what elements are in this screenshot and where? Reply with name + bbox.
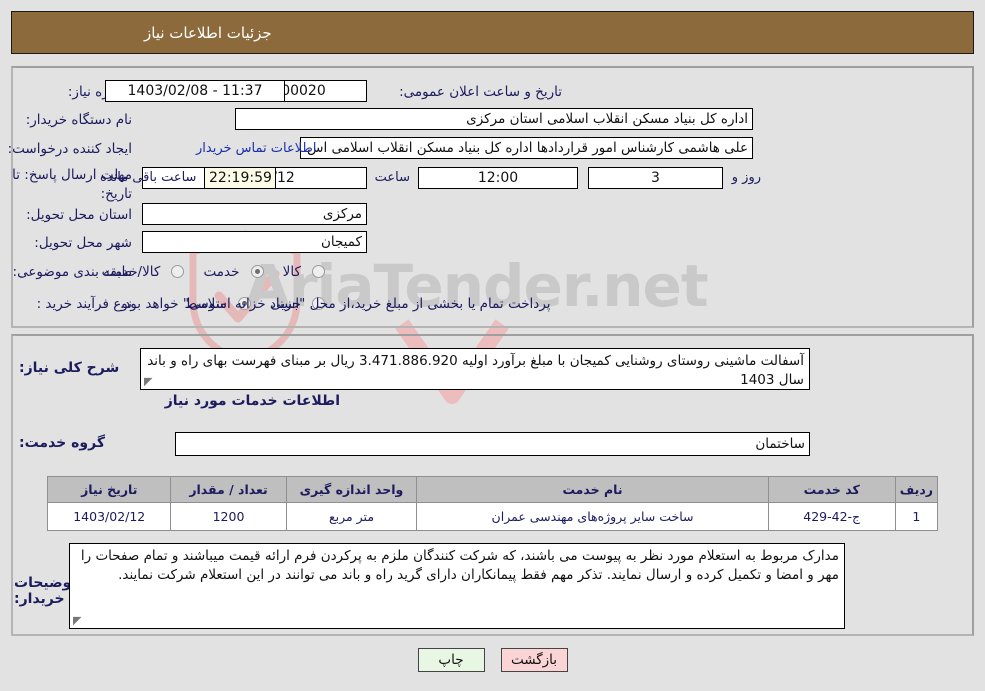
service-group-value: ساختمان bbox=[175, 432, 810, 456]
row-city: شهر محل تحویل: bbox=[34, 231, 132, 255]
th-unit: واحد اندازه گیری bbox=[285, 476, 418, 503]
action-button-bar: بازگشت چاپ bbox=[0, 648, 985, 672]
description-textarea[interactable]: آسفالت ماشینی روستای روشنایی کمیجان با م… bbox=[140, 348, 810, 390]
public-announce-value: 1403/02/08 - 11:37 bbox=[105, 80, 285, 102]
print-button[interactable]: چاپ bbox=[417, 648, 485, 672]
row-province: استان محل تحویل: bbox=[26, 203, 132, 227]
deadline-time-label: ساعت bbox=[374, 170, 410, 185]
deadline-countdown-value: 22:19:59 bbox=[204, 167, 276, 189]
category-radio-group: کالا خدمت کالا/خدمت bbox=[88, 261, 325, 280]
services-section-title: اطلاعات خدمات مورد نیاز bbox=[164, 393, 340, 409]
public-announce-label: تاریخ و ساعت اعلان عمومی: bbox=[399, 84, 562, 100]
deadline-days-value: 3 bbox=[588, 167, 723, 189]
category-label-kala-khedmat: کالا/خدمت bbox=[101, 263, 161, 280]
province-value: مرکزی bbox=[142, 203, 367, 225]
requester-value: علی هاشمی کارشناس امور قراردادها اداره ک… bbox=[300, 137, 753, 159]
th-date: تاریخ نیاز bbox=[46, 476, 172, 503]
window-title-bar: جزئیات اطلاعات نیاز bbox=[11, 11, 974, 54]
purchase-type-note: پرداخت تمام یا بخشی از مبلغ خرید،از محل … bbox=[120, 296, 551, 312]
deadline-days-label: روز و bbox=[731, 170, 761, 185]
th-name: نام خدمت bbox=[416, 476, 769, 503]
deadline-remaining-label: ساعت باقی مانده bbox=[100, 170, 197, 185]
requester-label: ایجاد کننده درخواست: bbox=[7, 141, 132, 157]
th-row: ردیف bbox=[894, 476, 939, 503]
row-public-announce: تاریخ و ساعت اعلان عمومی: bbox=[399, 80, 562, 104]
resize-grip-icon[interactable]: ◥ bbox=[144, 375, 154, 388]
category-radio-kala[interactable] bbox=[312, 265, 325, 278]
buyer-contact-link[interactable]: اطلاعات تماس خریدار bbox=[196, 141, 316, 156]
service-group-label: گروه خدمت: bbox=[19, 435, 105, 451]
cell-qty: 1200 bbox=[170, 502, 287, 531]
cell-name: ساخت سایر پروژه‌های مهندسی عمران bbox=[416, 502, 769, 531]
cell-date: 1403/02/12 bbox=[46, 502, 172, 531]
table-header-row: ردیف کد خدمت نام خدمت واحد اندازه گیری ت… bbox=[46, 476, 939, 503]
buyer-notes-textarea[interactable]: مدارک مربوط به استعلام مورد نظر به پیوست… bbox=[69, 543, 845, 629]
row-requester: ایجاد کننده درخواست: bbox=[8, 137, 132, 161]
cell-row: 1 bbox=[894, 502, 939, 531]
row-purchase-type: نوع فرآیند خرید : bbox=[37, 292, 132, 316]
category-label-khedmat: خدمت bbox=[203, 263, 240, 280]
buyer-org-label: نام دستگاه خریدار: bbox=[25, 112, 132, 128]
buyer-org-value: اداره کل بنیاد مسکن انقلاب اسلامی استان … bbox=[235, 108, 753, 130]
category-radio-kala-khedmat[interactable] bbox=[171, 265, 185, 278]
deadline-time-value: 12:00 bbox=[418, 167, 578, 189]
back-button[interactable]: بازگشت bbox=[500, 648, 568, 672]
row-buyer-org: نام دستگاه خریدار: bbox=[26, 108, 132, 132]
top-info-panel bbox=[11, 66, 974, 328]
city-value: کمیجان bbox=[142, 231, 367, 253]
city-label: شهر محل تحویل: bbox=[34, 235, 132, 251]
purchase-type-label: نوع فرآیند خرید : bbox=[36, 296, 132, 312]
description-label: شرح کلی نیاز: bbox=[19, 360, 120, 376]
description-text: آسفالت ماشینی روستای روشنایی کمیجان با م… bbox=[147, 353, 804, 388]
cell-unit: متر مربع bbox=[285, 502, 418, 531]
resize-grip-icon-notes[interactable]: ◥ bbox=[73, 614, 83, 627]
category-radio-khedmat[interactable] bbox=[250, 265, 264, 278]
th-qty: تعداد / مقدار bbox=[170, 476, 287, 503]
province-label: استان محل تحویل: bbox=[26, 207, 132, 223]
category-label-kala: کالا bbox=[282, 263, 301, 280]
cell-code: ج-42-429 bbox=[767, 502, 896, 531]
th-code: کد خدمت bbox=[767, 476, 896, 503]
page-root: AriaTender.net جزئیات اطلاعات نیاز شماره… bbox=[0, 0, 985, 691]
table-row: 1 ج-42-429 ساخت سایر پروژه‌های مهندسی عم… bbox=[46, 502, 939, 531]
page-title: جزئیات اطلاعات نیاز bbox=[144, 23, 272, 42]
buyer-notes-text: مدارک مربوط به استعلام مورد نظر به پیوست… bbox=[80, 548, 839, 583]
services-table: ردیف کد خدمت نام خدمت واحد اندازه گیری ت… bbox=[46, 476, 939, 531]
